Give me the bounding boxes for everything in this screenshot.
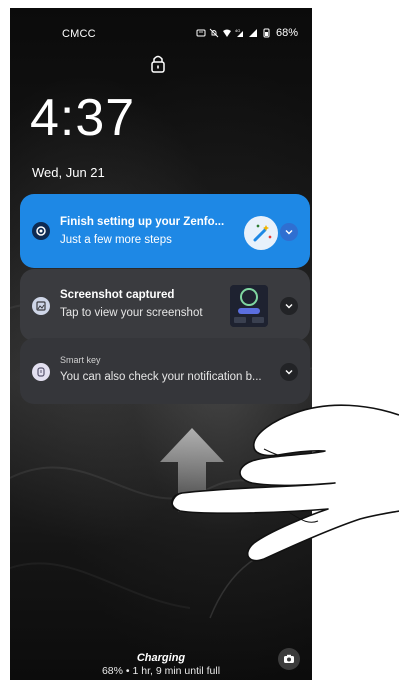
chevron-down-icon	[285, 304, 293, 309]
notification-app-name: Smart key	[60, 355, 101, 365]
screenshot-thumbnail[interactable]	[230, 285, 268, 327]
gear-icon	[32, 222, 50, 240]
camera-button[interactable]	[278, 648, 300, 670]
expand-button[interactable]	[280, 297, 298, 315]
carrier-label: CMCC	[62, 28, 96, 40]
chevron-down-icon	[285, 370, 293, 375]
lock-icon[interactable]	[150, 54, 166, 74]
notification-screenshot[interactable]: Screenshot captured Tap to view your scr…	[20, 269, 310, 341]
notification-text: Tap to view your screenshot	[60, 307, 203, 319]
status-icons: 4G 68%	[196, 27, 298, 39]
message-icon	[196, 29, 206, 37]
expand-button[interactable]	[280, 223, 298, 241]
battery-percent: 68%	[275, 27, 298, 39]
chevron-down-icon	[285, 230, 293, 235]
svg-text:4G: 4G	[235, 28, 240, 33]
swipe-hand-illustration	[171, 404, 399, 562]
camera-icon	[284, 654, 294, 663]
battery-icon	[263, 28, 270, 38]
image-icon	[32, 297, 50, 315]
charging-title: Charging	[136, 652, 186, 664]
clock: 4:37	[30, 89, 136, 147]
notification-text: Just a few more steps	[60, 234, 172, 246]
notification-text: You can also check your notification b..…	[60, 371, 262, 383]
data-icon: 4G	[235, 28, 243, 37]
notification-title: Screenshot captured	[60, 289, 175, 301]
mute-icon	[209, 28, 219, 38]
date: Wed, Jun 21	[32, 165, 105, 180]
notification-title: Finish setting up your Zenfo...	[60, 216, 225, 228]
wifi-icon	[222, 29, 231, 37]
charging-subtitle: 68% • 1 hr, 9 min until full	[101, 665, 221, 677]
smart-key-icon	[32, 363, 50, 381]
notification-setup[interactable]: Finish setting up your Zenfo... Just a f…	[20, 194, 310, 268]
magic-wand-icon	[244, 216, 278, 250]
status-bar: CMCC 4G 68%	[10, 27, 312, 48]
expand-button[interactable]	[280, 363, 298, 381]
signal-icon	[248, 29, 257, 37]
